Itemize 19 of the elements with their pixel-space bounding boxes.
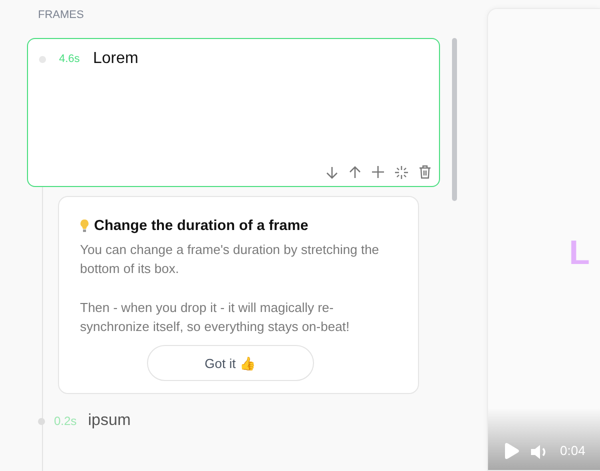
tip-title: Change the duration of a frame (94, 218, 308, 234)
plus-icon[interactable] (372, 166, 384, 178)
frame-duration: 0.2s (54, 414, 78, 428)
arrow-up-icon[interactable] (349, 166, 361, 178)
got-it-button[interactable]: Got it 👍 (146, 345, 314, 381)
frame-card[interactable]: 4.6s Lorem (27, 38, 440, 187)
frame-duration: 4.6s (59, 53, 81, 65)
arrow-down-icon[interactable] (326, 166, 338, 178)
lightbulb-icon (80, 219, 89, 233)
time-display: 0:04 (560, 442, 586, 460)
tip-text: Then - when you drop it - it will magically re-synchronize itself, so everything stays on-beat! (80, 299, 351, 336)
section-title: FRAMES (38, 9, 85, 23)
preview-text: L (569, 234, 590, 273)
scrollbar[interactable] (452, 38, 457, 201)
sparkle-icon[interactable] (395, 166, 408, 178)
trash-icon[interactable] (419, 165, 431, 179)
tip-text: You can change a frame's duration by stretching the bottom of its box. (80, 241, 380, 278)
frame-text: Lorem (93, 50, 138, 68)
frame-text[interactable]: ipsum (88, 412, 131, 430)
